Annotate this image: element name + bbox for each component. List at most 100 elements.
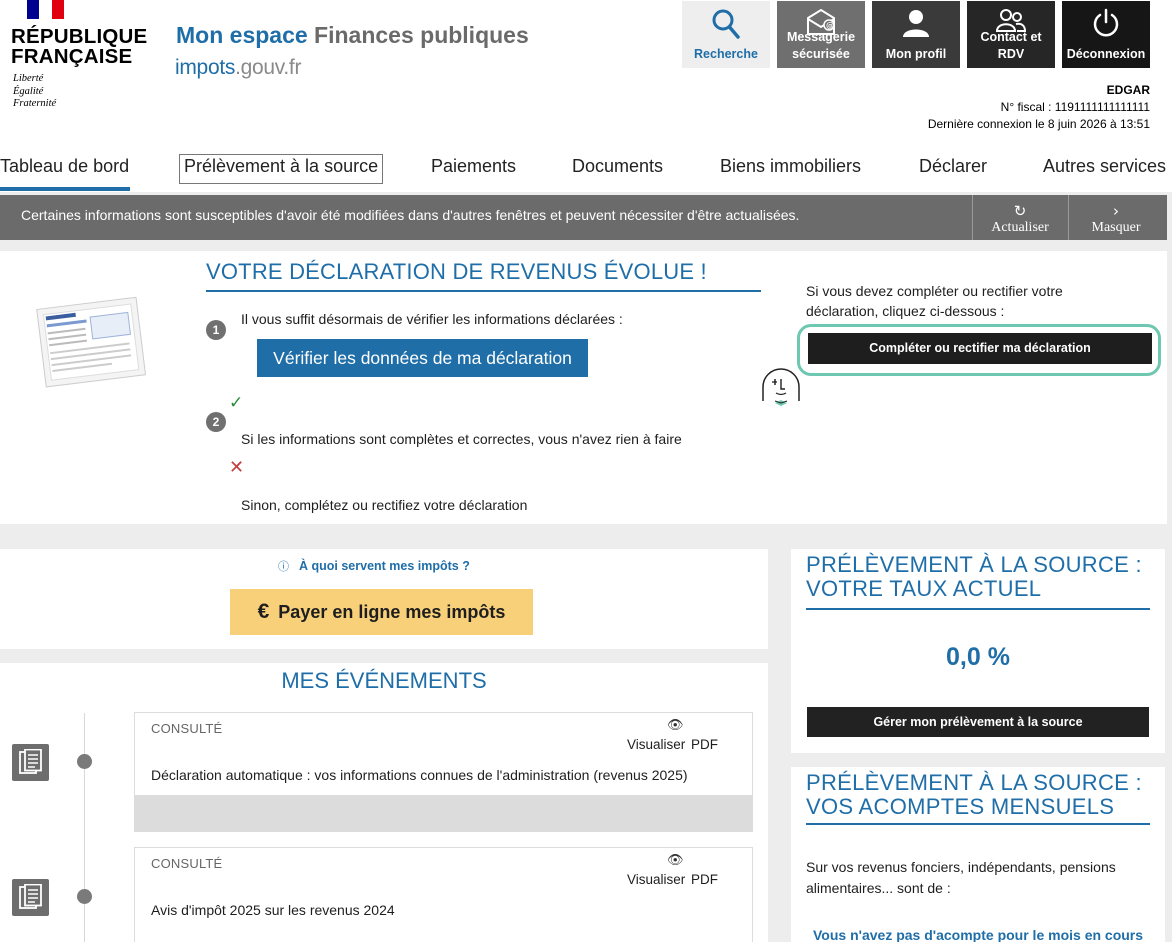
profile-label: Mon profil	[885, 47, 947, 61]
search-icon	[712, 9, 740, 39]
cross-icon: ✕	[229, 457, 245, 477]
event-status: CONSULTÉ	[151, 721, 223, 736]
site-title[interactable]: Mon espace Finances publiques	[176, 22, 529, 49]
declaration-card: VOTRE DÉCLARATION DE REVENUS ÉVOLUE ! 1 …	[0, 251, 1167, 524]
document-icon	[12, 879, 49, 916]
republic-motto: Liberté Égalité Fraternité	[13, 73, 57, 109]
step-1-badge: 1	[206, 320, 226, 340]
rate-title-underline	[806, 608, 1150, 610]
search-button[interactable]: Recherche	[682, 1, 770, 68]
refresh-icon: ↻	[1013, 202, 1027, 220]
event-item[interactable]: CONSULTÉ 👁 Visualiser PDF Avis d'impôt 2…	[134, 847, 753, 942]
monthly-installments-card: PRÉLÈVEMENT À LA SOURCE : VOS ACOMPTES M…	[791, 767, 1165, 942]
check-icon: ✓	[229, 393, 244, 412]
user-name: EDGAR	[1106, 83, 1150, 97]
search-label: Recherche	[694, 47, 758, 61]
alert-text: Certaines informations sont susceptibles…	[21, 207, 800, 223]
site-title-main: Mon espace	[176, 22, 308, 48]
nav-tableau-de-bord[interactable]: Tableau de bord	[0, 156, 129, 177]
installments-title-underline	[806, 823, 1150, 825]
document-icon	[12, 744, 49, 781]
event-description: Déclaration automatique : vos informatio…	[151, 767, 688, 783]
event-links: Visualiser PDF	[627, 872, 718, 887]
otherwise-text: Sinon, complétez ou rectifiez votre décl…	[241, 497, 528, 513]
timeline-dot	[77, 754, 92, 769]
republic-flag-logo	[27, 0, 64, 19]
profile-button[interactable]: Mon profil	[872, 1, 960, 68]
view-link[interactable]: Visualiser	[627, 737, 685, 752]
logout-label: Déconnexion	[1066, 47, 1146, 61]
event-item[interactable]: CONSULTÉ 👁 Visualiser PDF Déclaration au…	[134, 712, 753, 832]
complete-rectify-button[interactable]: Compléter ou rectifier ma déclaration	[808, 333, 1152, 364]
site-title-secondary: Finances publiques	[314, 22, 529, 48]
taxes-info-link[interactable]: ⓘ À quoi servent mes impôts ?	[278, 558, 470, 574]
event-description: Avis d'impôt 2025 sur les revenus 2024	[151, 902, 395, 918]
users-icon	[995, 9, 1027, 32]
last-login: Dernière connexion le 8 juin 2026 à 13:5…	[927, 117, 1150, 131]
events-card: MES ÉVÉNEMENTS CONSULTÉ 👁 Visualiser PDF…	[0, 663, 768, 942]
messaging-label-2: sécurisée	[792, 47, 850, 61]
euro-icon: €	[257, 600, 270, 623]
header: RÉPUBLIQUE FRANÇAISE Liberté Égalité Fra…	[0, 0, 1172, 140]
nav-prelevement-a-la-source[interactable]: Prélèvement à la source	[179, 154, 384, 184]
timeline-dot	[77, 889, 92, 904]
refresh-label: Actualiser	[991, 220, 1049, 235]
verify-declaration-button[interactable]: Vérifier les données de ma déclaration	[257, 339, 588, 377]
domain-impots: impots	[175, 56, 236, 79]
complete-button-highlight: Compléter ou rectifier ma déclaration	[797, 324, 1161, 376]
complete-instructions: Si vous devez compléter ou rectifier vot…	[806, 283, 1063, 319]
taxes-info-label: À quoi servent mes impôts ?	[299, 559, 470, 573]
svg-text:@: @	[826, 21, 834, 30]
nav-documents[interactable]: Documents	[572, 156, 663, 177]
logout-button[interactable]: Déconnexion	[1062, 1, 1150, 68]
title-underline	[206, 290, 761, 292]
user-icon	[903, 10, 929, 37]
timeline-line	[84, 713, 85, 942]
event-status: CONSULTÉ	[151, 856, 223, 871]
current-rate-value: 0,0 %	[946, 643, 1010, 671]
nav-biens-immobiliers[interactable]: Biens immobiliers	[720, 156, 861, 177]
eye-icon[interactable]: 👁	[667, 717, 684, 733]
info-icon: ⓘ	[278, 560, 289, 573]
hide-label: Masquer	[1091, 220, 1141, 235]
declaration-form-thumbnail	[36, 296, 147, 388]
assistant-robot-icon[interactable]	[760, 365, 802, 407]
withholding-rate-card: PRÉLÈVEMENT À LA SOURCE : VOTRE TAUX ACT…	[791, 549, 1165, 753]
contact-rdv-button[interactable]: Contact et RDV	[967, 1, 1055, 68]
fiscal-number: N° fiscal : 1191111111111111	[1000, 100, 1150, 114]
events-title: MES ÉVÉNEMENTS	[281, 668, 487, 693]
event-links: Visualiser PDF	[627, 737, 718, 752]
step-2-badge: 2	[206, 412, 226, 432]
manage-withholding-button[interactable]: Gérer mon prélèvement à la source	[807, 707, 1149, 737]
no-installment-note: Vous n'avez pas d'acompte pour le mois e…	[813, 927, 1144, 942]
view-link[interactable]: Visualiser	[627, 872, 685, 887]
secure-messaging-button[interactable]: @ Messagerie sécurisée	[777, 1, 865, 68]
nav-declarer[interactable]: Déclarer	[919, 156, 987, 177]
user-info: EDGAR N° fiscal : 1191111111111111 Derni…	[928, 82, 1150, 133]
hide-button[interactable]: › Masquer	[1068, 195, 1163, 240]
nav-autres-services[interactable]: Autres services	[1043, 156, 1166, 177]
declaration-title: VOTRE DÉCLARATION DE REVENUS ÉVOLUE !	[206, 259, 707, 284]
site-domain-logo[interactable]: impots.gouv.fr	[175, 56, 301, 80]
refresh-button[interactable]: ↻ Actualiser	[972, 195, 1067, 240]
pay-online-label: Payer en ligne mes impôts	[278, 602, 506, 622]
refresh-alert-bar: Certaines informations sont susceptibles…	[0, 195, 1167, 240]
contact-label-2: RDV	[997, 47, 1025, 61]
eye-icon[interactable]: 👁	[667, 852, 684, 868]
payment-card: ⓘ À quoi servent mes impôts ? € Payer en l…	[0, 549, 768, 649]
nav-active-indicator	[0, 187, 130, 191]
rate-title: PRÉLÈVEMENT À LA SOURCE : VOTRE TAUX ACT…	[806, 552, 1142, 601]
chevron-right-icon: ›	[1113, 202, 1119, 220]
main-navigation: Tableau de bord Prélèvement à la source …	[0, 150, 1172, 192]
step-1-text: Il vous suffit désormais de vérifier les…	[241, 311, 623, 327]
envelope-icon: @	[807, 8, 835, 35]
complete-correct-text: Si les informations sont complètes et co…	[241, 431, 682, 447]
installments-text: Sur vos revenus fonciers, indépendants, …	[806, 859, 1116, 896]
nav-paiements[interactable]: Paiements	[431, 156, 516, 177]
pay-online-button[interactable]: € Payer en ligne mes impôts	[230, 589, 533, 635]
pdf-link[interactable]: PDF	[691, 872, 718, 887]
republique-francaise-logo-text: RÉPUBLIQUE FRANÇAISE	[11, 25, 148, 68]
installments-title: PRÉLÈVEMENT À LA SOURCE : VOS ACOMPTES M…	[806, 770, 1142, 819]
pdf-link[interactable]: PDF	[691, 737, 718, 752]
event-footer	[135, 795, 752, 831]
